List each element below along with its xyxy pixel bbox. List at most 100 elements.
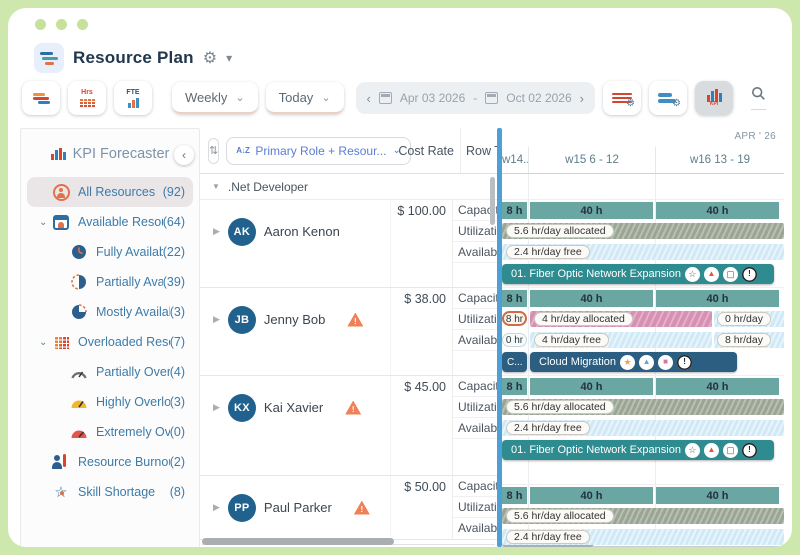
title-caret-icon[interactable]: ▾ <box>226 51 232 65</box>
sidebar-item-overloaded-resources[interactable]: ⌄ Overloaded Resources (7) <box>27 327 193 357</box>
sidebar-item-available-resources[interactable]: ⌄ Available Resources (64) <box>27 207 193 237</box>
triangle-icon: ▲ <box>703 266 719 282</box>
fte-view-button[interactable]: FTE <box>114 81 152 115</box>
sidebar-item-skill-shortage[interactable]: ☆ Skill Shortage (8) <box>27 477 193 507</box>
project-bar-truncated[interactable]: C... <box>502 352 527 372</box>
bar-settings-button[interactable]: ⚙ <box>649 81 687 115</box>
table-header: ⇅ A↓Z Primary Role + Resour... ⌄ Cost Ra… <box>200 128 497 174</box>
availability-bar[interactable]: 8 hr/day <box>714 332 784 348</box>
hours-grid-icon <box>79 98 95 107</box>
project-bar-fiber-optic[interactable]: 01. Fiber Optic Network Expansion ☆ ▲ ▢ … <box>502 264 774 284</box>
sort-button[interactable]: ⇅ <box>208 137 220 164</box>
group-row-net-developer[interactable]: ▼ .Net Developer <box>200 174 497 200</box>
table-row-paul-parker[interactable]: ▶ PP Paul Parker ! $ 50.00 Capacity Util… <box>200 476 497 540</box>
item-count: (92) <box>162 185 185 199</box>
table-row-kai-xavier[interactable]: ▶ KX Kai Xavier ! $ 45.00 Capacity Utili… <box>200 376 497 476</box>
group-by-dropdown[interactable]: A↓Z Primary Role + Resour... ⌄ <box>226 136 411 165</box>
gantt-body: 8 h 40 h 40 h 5.6 hr/day allocated 2.4 h… <box>502 174 784 547</box>
column-header-cost-rate[interactable]: Cost Rate <box>398 144 460 158</box>
availability-bar[interactable]: 2.4 hr/day free <box>502 529 784 545</box>
sidebar-collapse-button[interactable]: ‹ <box>174 145 194 165</box>
item-count: (2) <box>169 455 185 469</box>
row-type-availability: Availability <box>453 330 497 351</box>
availability-bar[interactable]: 2.4 hr/day free <box>502 420 784 436</box>
sidebar-item-resource-burnout[interactable]: Resource Burnout (2) <box>27 447 193 477</box>
gauge-mid-icon <box>69 392 89 412</box>
kpi-forecaster-button[interactable]: KPI <box>695 81 733 115</box>
capacity-bar[interactable]: 8 h <box>502 202 527 219</box>
search-icon <box>751 86 765 100</box>
project-bar-cloud-migration[interactable]: Cloud Migration ★ ▲ ■ ! <box>530 352 737 372</box>
settings-gear-icon[interactable]: ⚙ <box>203 48 217 68</box>
utilization-bar[interactable]: 5.6 hr/day allocated <box>502 508 784 524</box>
triangle-icon: ▲ <box>703 442 719 458</box>
time-scale-dropdown[interactable]: Weekly ⌄ <box>172 82 258 114</box>
sidebar-item-partially-overload[interactable]: Partially Overload (4) <box>27 357 193 387</box>
sidebar-item-extremely-overload[interactable]: Extremely Overload (0) <box>27 417 193 447</box>
capacity-bar[interactable]: 40 h <box>656 378 779 395</box>
expand-triangle-icon[interactable]: ▶ <box>213 226 220 237</box>
expand-chevron-icon[interactable]: ⌄ <box>39 337 51 348</box>
table-row-aaron-kenon[interactable]: ▶ AK Aaron Kenon $ 100.00 Capacity Utili… <box>200 200 497 288</box>
capacity-bar[interactable]: 40 h <box>530 202 653 219</box>
utilization-bar[interactable]: 5.6 hr/day allocated <box>502 399 784 415</box>
availability-bar[interactable]: 2.4 hr/day free <box>502 244 784 260</box>
search-button[interactable] <box>751 86 766 110</box>
utilization-bar[interactable]: 0 hr/day <box>714 311 784 327</box>
availability-bar[interactable]: 4 hr/day free <box>530 332 712 348</box>
gantt-panel: APR ' 26 w14... w15 6 - 12 w16 13 - 19 8… <box>502 128 784 547</box>
window-dot[interactable] <box>56 19 67 30</box>
gantt-view-button[interactable] <box>22 81 60 115</box>
week-header[interactable]: w14... <box>502 147 528 173</box>
window-dot[interactable] <box>35 19 46 30</box>
sidebar-header: KPI Forecaster <box>21 139 199 169</box>
today-dropdown[interactable]: Today ⌄ <box>265 82 344 114</box>
next-period-button[interactable]: › <box>580 91 584 106</box>
availability-pill[interactable]: 0 hr <box>502 332 527 347</box>
capacity-bar[interactable]: 40 h <box>656 202 779 219</box>
capacity-bar[interactable]: 8 h <box>502 378 527 395</box>
resource-name: Aaron Kenon <box>263 224 340 239</box>
date-to-value[interactable]: Oct 02 2026 <box>506 91 571 105</box>
utilization-bar[interactable]: 4 hr/day allocated <box>530 311 712 327</box>
sidebar-item-mostly-available[interactable]: Mostly Available (3) <box>27 297 193 327</box>
cost-rate-value: $ 100.00 <box>390 200 452 287</box>
capacity-bar[interactable]: 40 h <box>656 290 779 307</box>
week-header[interactable]: w16 13 - 19 <box>655 147 784 173</box>
table-row-jenny-bob[interactable]: ▶ JB Jenny Bob ! $ 38.00 Capacity Utiliz… <box>200 288 497 376</box>
capacity-bar[interactable]: 40 h <box>530 487 653 504</box>
expand-triangle-icon[interactable]: ▶ <box>213 402 220 413</box>
kpi-forecaster-icon <box>50 148 66 160</box>
hours-view-button[interactable]: Hrs <box>68 81 106 115</box>
capacity-bar[interactable]: 40 h <box>530 378 653 395</box>
project-bar-fiber-optic[interactable]: 01. Fiber Optic Network Expansion ☆ ▲ ▢ … <box>502 440 774 460</box>
expand-chevron-icon[interactable]: ⌄ <box>39 217 51 228</box>
row-settings-button[interactable]: ⚙ <box>603 81 641 115</box>
cost-rate-value: $ 38.00 <box>390 288 452 375</box>
capacity-bar[interactable]: 40 h <box>656 487 779 504</box>
window-dot[interactable] <box>77 19 88 30</box>
sidebar-item-all-resources[interactable]: All Resources (92) <box>27 177 193 207</box>
sidebar-item-fully-available[interactable]: Fully Available (22) <box>27 237 193 267</box>
sidebar-title: KPI Forecaster <box>72 146 170 162</box>
cost-rate-value: $ 50.00 <box>390 476 452 539</box>
sidebar-item-partially-available[interactable]: Partially Available (39) <box>27 267 193 297</box>
vertical-scrollbar[interactable] <box>490 177 495 225</box>
date-from-value[interactable]: Apr 03 2026 <box>400 91 465 105</box>
expand-triangle-icon[interactable]: ▶ <box>213 502 220 513</box>
column-header-row-type[interactable]: Row Type <box>460 128 497 173</box>
collapse-triangle-icon[interactable]: ▼ <box>212 182 220 191</box>
utilization-bar[interactable]: 5.6 hr/day allocated <box>502 223 784 239</box>
cost-rate-value: $ 45.00 <box>390 376 452 475</box>
capacity-bar[interactable]: 8 h <box>502 487 527 504</box>
page-title: Resource Plan <box>73 48 194 67</box>
horizontal-scrollbar[interactable] <box>202 538 394 545</box>
week-header[interactable]: w15 6 - 12 <box>528 147 655 173</box>
overload-pill[interactable]: 8 hr <box>502 311 527 326</box>
expand-triangle-icon[interactable]: ▶ <box>213 314 220 325</box>
sidebar-item-highly-overload[interactable]: Highly Overload (3) <box>27 387 193 417</box>
fully-available-icon <box>69 242 89 262</box>
capacity-bar[interactable]: 40 h <box>530 290 653 307</box>
capacity-bar[interactable]: 8 h <box>502 290 527 307</box>
prev-period-button[interactable]: ‹ <box>367 91 371 106</box>
